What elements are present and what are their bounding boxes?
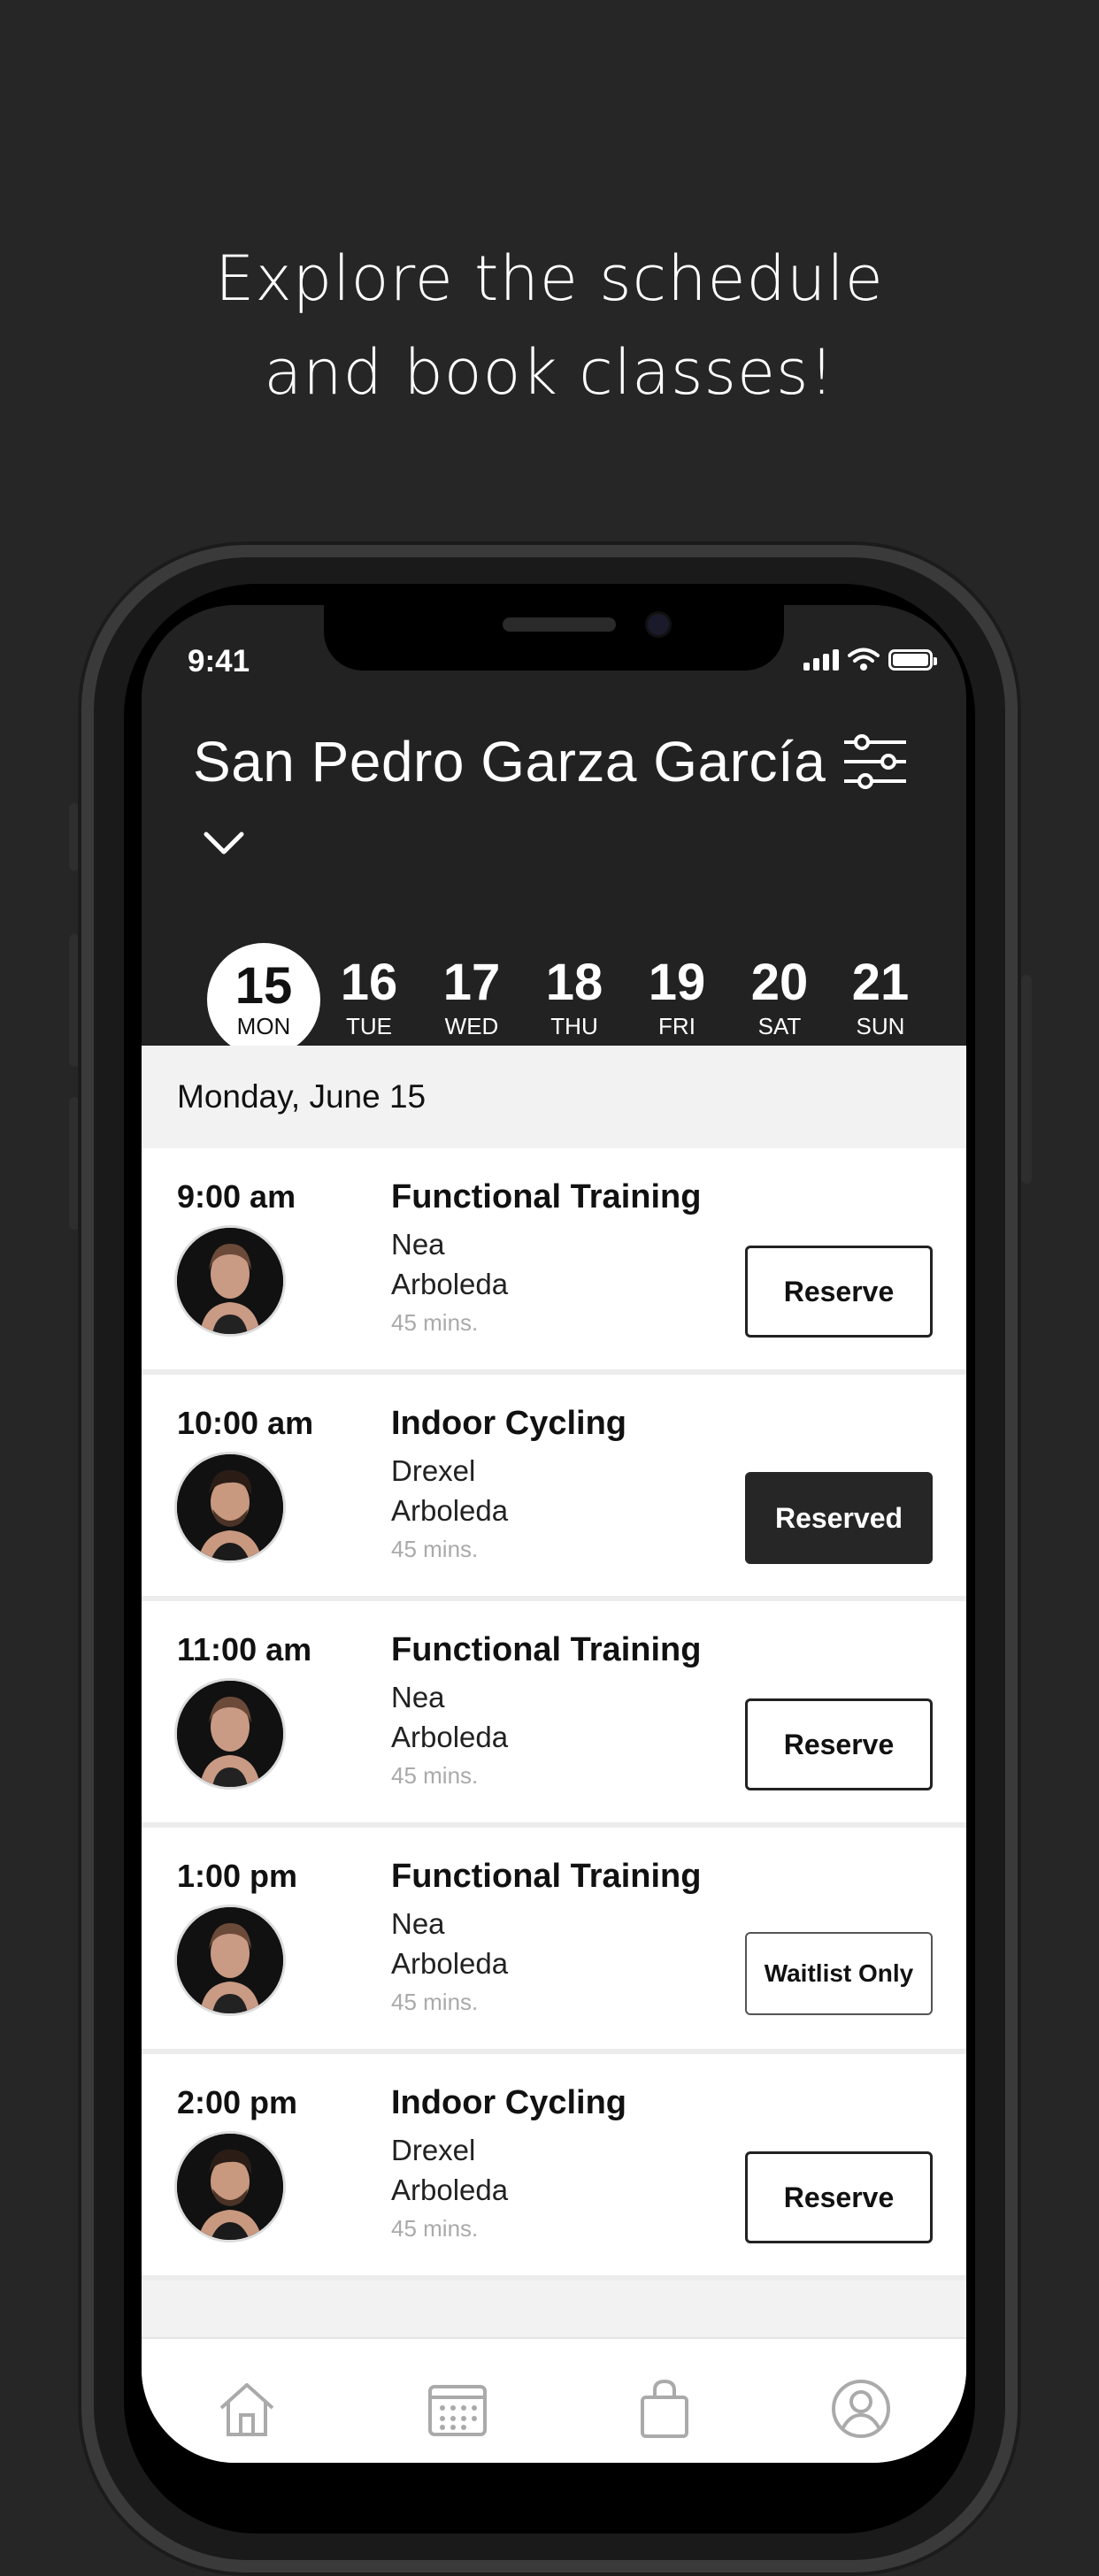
tab-bar <box>142 2337 966 2463</box>
date-wed-17[interactable]: 17 WED <box>423 952 520 1039</box>
class-location: Arboleda <box>391 1721 509 1753</box>
class-row[interactable]: 9:00 am Functional Training Nea Arboleda… <box>142 1148 966 1375</box>
class-location: Arboleda <box>391 2174 509 2206</box>
shopping-bag-icon[interactable] <box>634 2378 696 2440</box>
promo-line-2: and book classes! <box>264 336 835 409</box>
class-time: 9:00 am <box>177 1178 296 1215</box>
class-title: Functional Training <box>391 1631 702 1668</box>
home-icon[interactable] <box>216 2378 278 2440</box>
instructor-avatar <box>177 1454 283 1560</box>
class-time: 2:00 pm <box>177 2084 298 2120</box>
date-weekday: WED <box>444 1013 499 1039</box>
date-mon-15[interactable]: 15 MON <box>207 943 320 1056</box>
instructor-avatar <box>177 1681 283 1787</box>
notch <box>324 605 784 671</box>
class-time: 10:00 am <box>177 1405 314 1441</box>
status-icons <box>803 648 937 671</box>
date-weekday: THU <box>550 1013 598 1039</box>
instructor-avatar <box>177 1228 283 1334</box>
wifi-icon <box>848 648 880 671</box>
battery-icon <box>888 649 937 671</box>
date-number: 16 <box>340 954 398 1011</box>
day-header: Monday, June 15 <box>142 1046 966 1148</box>
front-camera <box>648 614 669 635</box>
reserve-button[interactable]: Reserve <box>745 2151 933 2243</box>
class-details: Nea Arboleda <box>391 1224 508 1304</box>
instructor-name: Nea <box>391 1907 445 1940</box>
class-title: Indoor Cycling <box>391 2084 626 2121</box>
promo-line-1: Explore the schedule <box>215 242 884 315</box>
class-row[interactable]: 2:00 pm Indoor Cycling Drexel Arboleda 4… <box>142 2054 966 2281</box>
date-fri-19[interactable]: 19 FRI <box>628 952 726 1039</box>
date-sun-21[interactable]: 21 SUN <box>832 952 929 1039</box>
class-duration: 45 mins. <box>391 1536 479 1562</box>
waitlist-button[interactable]: Waitlist Only <box>745 1932 933 2015</box>
class-time: 11:00 am <box>177 1631 312 1668</box>
class-details: Nea Arboleda <box>391 1677 508 1757</box>
location-title[interactable]: San Pedro Garza García <box>193 729 826 794</box>
class-duration: 45 mins. <box>391 1762 479 1789</box>
date-number: 20 <box>750 954 809 1011</box>
class-row[interactable]: 11:00 am Functional Training Nea Arboled… <box>142 1601 966 1828</box>
profile-icon[interactable] <box>830 2378 892 2440</box>
chevron-down-icon[interactable] <box>204 830 244 856</box>
date-number: 17 <box>442 954 501 1011</box>
signal-icon <box>803 649 839 671</box>
class-location: Arboleda <box>391 1947 509 1980</box>
reserve-button[interactable]: Reserve <box>745 1246 933 1338</box>
class-details: Drexel Arboleda <box>391 2130 508 2210</box>
instructor-name: Nea <box>391 1681 445 1714</box>
calendar-icon[interactable] <box>427 2378 488 2440</box>
date-thu-18[interactable]: 18 THU <box>526 952 623 1039</box>
date-number: 19 <box>648 954 706 1011</box>
status-time: 9:41 <box>188 644 250 678</box>
class-duration: 45 mins. <box>391 1989 479 2015</box>
class-title: Functional Training <box>391 1178 702 1215</box>
date-number: 15 <box>234 957 293 1015</box>
phone-screen: 9:41 San Pedro Garza García 15 MON 16 TU… <box>142 605 966 2463</box>
class-title: Functional Training <box>391 1858 702 1895</box>
date-weekday: FRI <box>658 1013 696 1039</box>
sliders-icon[interactable] <box>844 734 906 789</box>
date-weekday: SUN <box>856 1013 905 1039</box>
class-duration: 45 mins. <box>391 1309 479 1336</box>
date-weekday: TUE <box>346 1013 392 1039</box>
class-location: Arboleda <box>391 1268 509 1300</box>
class-location: Arboleda <box>391 1494 509 1527</box>
class-duration: 45 mins. <box>391 2215 479 2242</box>
instructor-name: Drexel <box>391 1454 476 1487</box>
class-list: Monday, June 15 9:00 am Functional Train… <box>142 1046 966 2463</box>
date-sat-20[interactable]: 20 SAT <box>731 952 828 1039</box>
class-title: Indoor Cycling <box>391 1405 626 1442</box>
instructor-avatar <box>177 1907 283 2013</box>
instructor-name: Nea <box>391 1228 445 1261</box>
phone-power-button <box>1021 975 1032 1184</box>
date-weekday: MON <box>236 1013 291 1039</box>
speaker-grille <box>503 617 616 632</box>
reserve-button[interactable]: Reserve <box>745 1698 933 1790</box>
date-number: 21 <box>851 954 910 1011</box>
reserved-button[interactable]: Reserved <box>745 1472 933 1564</box>
date-number: 18 <box>545 954 603 1011</box>
instructor-avatar <box>177 2134 283 2240</box>
date-tue-16[interactable]: 16 TUE <box>320 952 418 1039</box>
promo-headline: Explore the schedule and book classes! <box>0 232 1099 419</box>
class-details: Drexel Arboleda <box>391 1451 508 1530</box>
class-row[interactable]: 10:00 am Indoor Cycling Drexel Arboleda … <box>142 1375 966 1601</box>
class-details: Nea Arboleda <box>391 1904 508 1983</box>
date-weekday: SAT <box>757 1013 802 1039</box>
class-row[interactable]: 1:00 pm Functional Training Nea Arboleda… <box>142 1828 966 2054</box>
instructor-name: Drexel <box>391 2134 476 2166</box>
class-time: 1:00 pm <box>177 1858 298 1894</box>
date-strip: 15 MON 16 TUE 17 WED 18 THU 19 FRI 20 SA… <box>186 943 929 1056</box>
